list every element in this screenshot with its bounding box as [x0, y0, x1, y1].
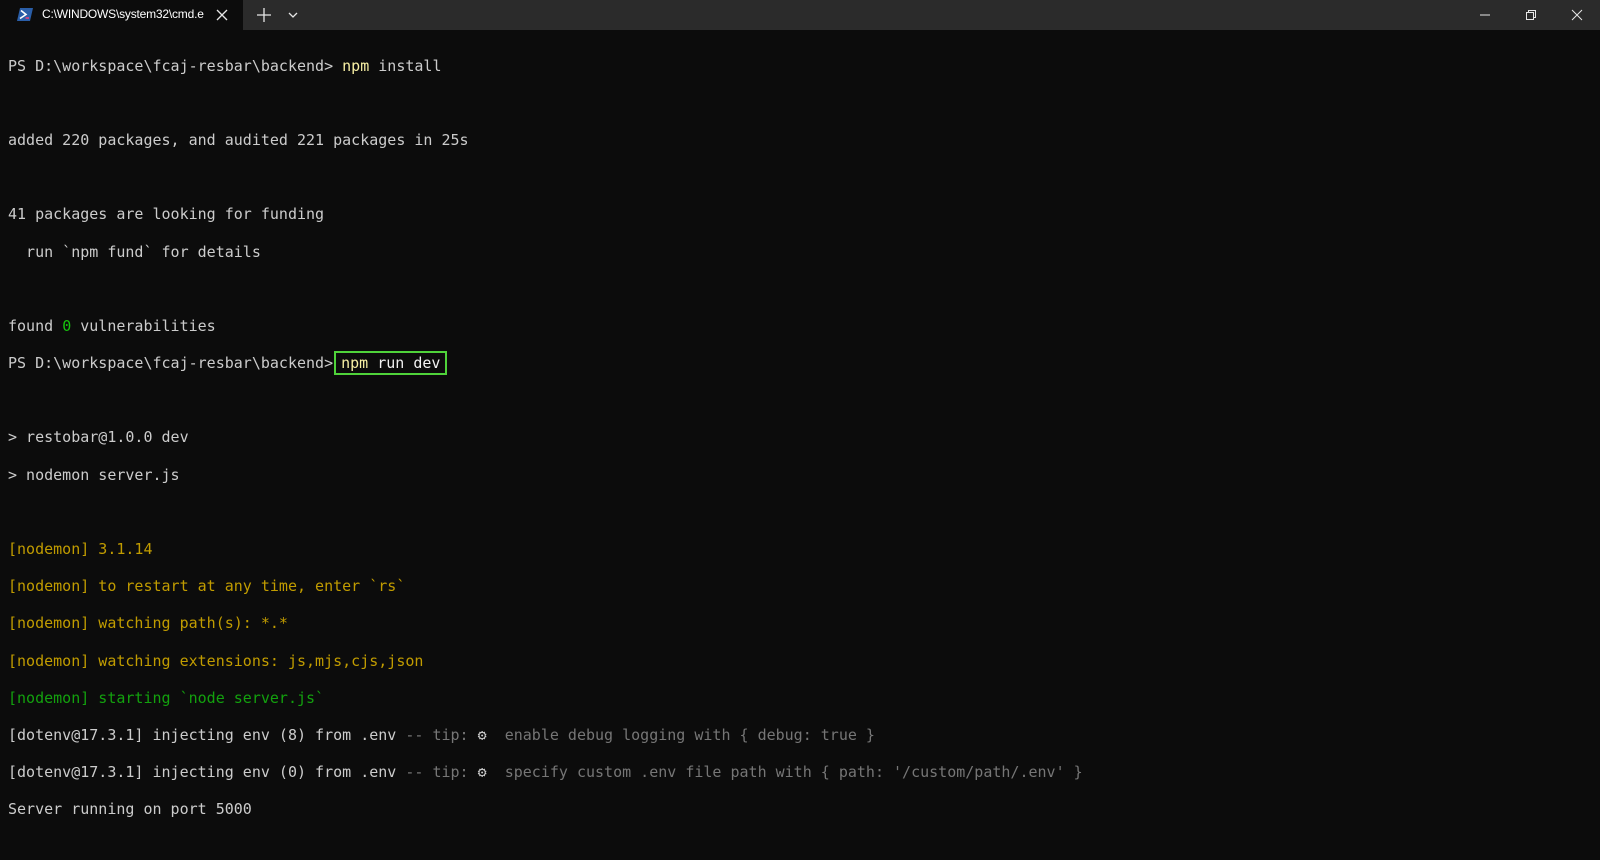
close-tab-icon[interactable]	[214, 7, 230, 23]
dotenv-line: [dotenv@17.3.1] injecting env (0) from .…	[8, 763, 1083, 782]
plus-icon[interactable]	[255, 6, 273, 24]
powershell-icon	[17, 8, 33, 21]
tab-title: C:\WINDOWS\system32\cmd.e	[42, 7, 204, 21]
prompt: PS D:\workspace\fcaj-resbar\backend>	[8, 354, 334, 373]
vulnerability-count: 0	[62, 316, 72, 335]
command-args: run dev	[368, 354, 441, 373]
nodemon-line: [nodemon] 3.1.14	[8, 540, 153, 559]
command-args: install	[369, 56, 442, 75]
restore-icon	[1526, 10, 1536, 20]
tab-cmd[interactable]: C:\WINDOWS\system32\cmd.e	[0, 0, 243, 30]
command-npm: npm	[342, 56, 370, 75]
restore-button[interactable]	[1508, 0, 1554, 30]
output-line: > nodemon server.js	[8, 465, 180, 484]
nodemon-line: [nodemon] starting `node server.js`	[8, 688, 325, 707]
server-status-line: Server running on port 5000	[8, 800, 252, 819]
terminal-output[interactable]: PS D:\workspace\fcaj-resbar\backend> npm…	[8, 38, 1592, 853]
nodemon-line: [nodemon] watching extensions: js,mjs,cj…	[8, 651, 424, 670]
dotenv-line: [dotenv@17.3.1] injecting env (8) from .…	[8, 725, 875, 744]
gear-icon: ⚙	[477, 725, 487, 744]
output-line-vulnerabilities: found 0 vulnerabilities	[8, 316, 216, 335]
prompt-line-install: PS D:\workspace\fcaj-resbar\backend> npm…	[8, 57, 1592, 76]
nodemon-line: [nodemon] watching path(s): *.*	[8, 614, 288, 633]
output-line: run `npm fund` for details	[8, 242, 261, 261]
minimize-icon	[1480, 14, 1490, 16]
prompt-line-dev: PS D:\workspace\fcaj-resbar\backend> npm …	[8, 351, 1592, 376]
command-npm: npm	[341, 354, 369, 373]
gear-icon: ⚙	[477, 763, 487, 782]
prompt: PS D:\workspace\fcaj-resbar\backend>	[8, 56, 334, 75]
output-line: added 220 packages, and audited 221 pack…	[8, 130, 469, 149]
close-icon	[1571, 9, 1583, 21]
highlighted-command: npm run dev	[334, 351, 448, 376]
chevron-down-icon[interactable]	[286, 8, 300, 22]
close-window-button[interactable]	[1554, 0, 1600, 30]
output-line: 41 packages are looking for funding	[8, 205, 325, 224]
nodemon-line: [nodemon] to restart at any time, enter …	[8, 577, 406, 596]
minimize-button[interactable]	[1462, 0, 1508, 30]
title-bar: C:\WINDOWS\system32\cmd.e	[0, 0, 1600, 30]
output-line: > restobar@1.0.0 dev	[8, 428, 189, 447]
